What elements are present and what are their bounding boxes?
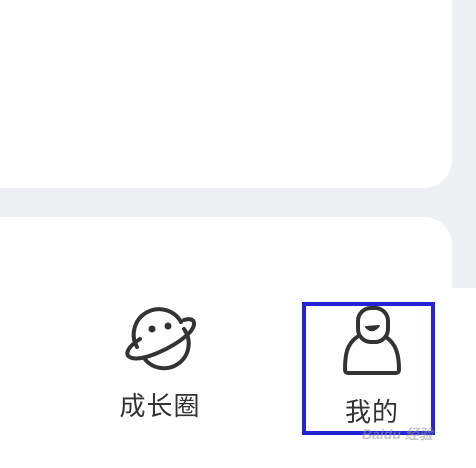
selection-highlight-box (302, 302, 435, 435)
tab-growth-circle[interactable]: 成长圈 (92, 302, 228, 438)
tab-label: 成长圈 (119, 391, 201, 421)
planet-face-icon (125, 307, 196, 371)
watermark-text: Baidu 经验 (362, 426, 433, 442)
content-card (0, 0, 452, 188)
